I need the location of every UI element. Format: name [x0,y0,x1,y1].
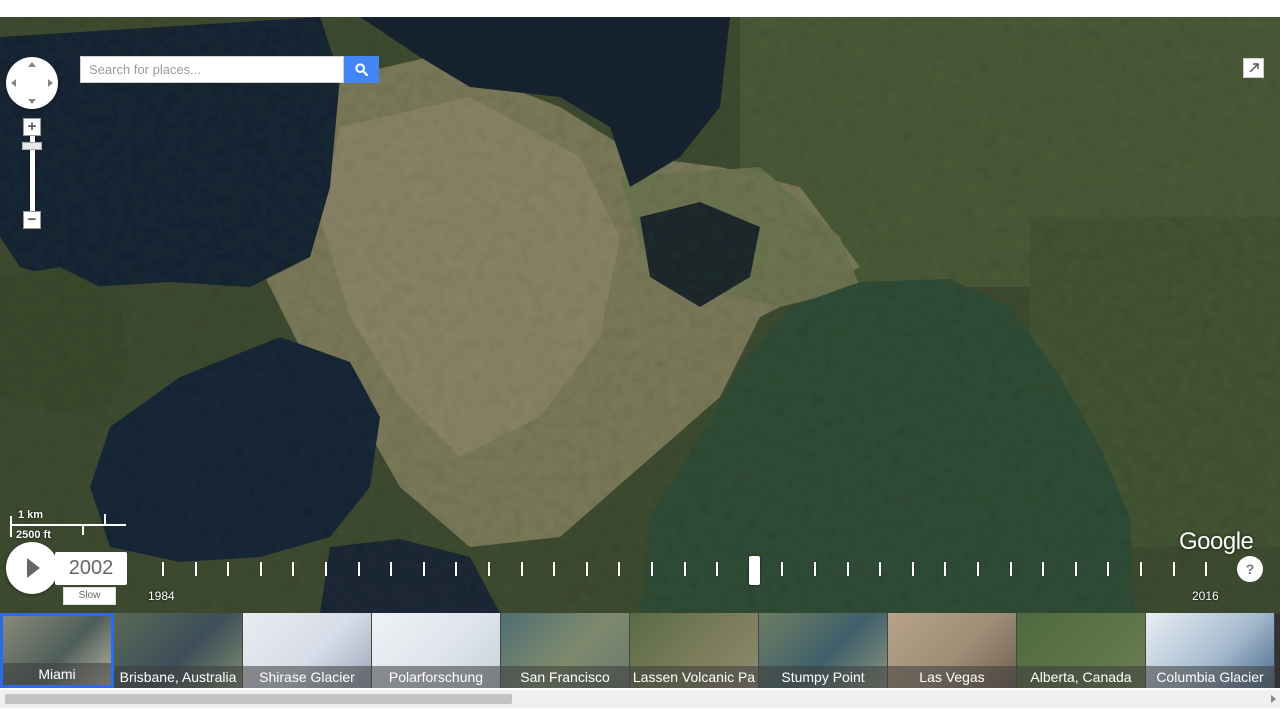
place-label: Alberta, Canada [1017,666,1145,688]
timeline-tick[interactable] [259,562,262,576]
place-thumbnail[interactable]: Polarforschung [372,613,501,688]
timeline-tick[interactable] [846,562,849,576]
timeline-tick[interactable] [716,562,719,576]
place-label: Shirase Glacier [243,666,371,688]
place-label: Stumpy Point [759,666,887,688]
place-label: Miami [3,663,111,685]
timeline-tick[interactable] [488,562,490,576]
timeline-tick[interactable] [1042,562,1045,576]
timeline-tick[interactable] [1009,562,1012,576]
horizontal-scrollbar[interactable] [0,690,1280,708]
scale-bar: 1 km 2500 ft [10,509,140,545]
place-label: Columbia Glacier [1146,666,1274,688]
timeline-tick[interactable] [814,562,816,576]
timeline-tick[interactable] [422,562,425,576]
place-thumbnail[interactable]: Lassen Volcanic Pa [630,613,759,688]
timeline-tick[interactable] [1140,562,1142,576]
place-label: Polarforschung [372,666,500,688]
play-icon [27,558,40,578]
timeline-tick[interactable] [944,562,947,576]
place-label: Lassen Volcanic Pa [630,666,758,688]
pan-up-icon[interactable] [28,62,36,67]
timeline-tick[interactable] [1074,562,1077,576]
scrollbar-thumb[interactable] [5,694,512,704]
satellite-imagery [0,17,1280,613]
place-thumbnail[interactable]: Las Vegas [888,613,1017,688]
timeline-tick[interactable] [390,562,393,576]
place-label: Brisbane, Australia [114,666,242,688]
timeline-tick[interactable] [292,562,295,576]
place-thumbnail[interactable]: Brisbane, Australia [114,613,243,688]
place-thumbnail[interactable]: Alberta, Canada [1017,613,1146,688]
search-button[interactable] [344,56,379,83]
place-thumbnail[interactable]: San Francisco [501,613,630,688]
scale-imperial-label: 2500 ft [16,529,51,541]
zoom-out-button[interactable]: − [23,211,41,229]
current-year: 2002 [55,552,127,585]
place-label: San Francisco [501,666,629,688]
zoom-in-button[interactable]: + [23,118,41,136]
timeline-tick[interactable] [325,562,327,576]
fullscreen-button[interactable] [1243,58,1264,78]
timeline-tick[interactable] [618,562,621,576]
top-bar [0,0,1280,17]
place-thumbnail[interactable]: Miami [0,613,114,688]
place-thumbnail[interactable]: Shirase Glacier [243,613,372,688]
timeline-tick[interactable] [977,562,979,576]
speed-button[interactable]: Slow [63,587,116,605]
timeline-tick[interactable] [455,562,458,576]
timeline-tick[interactable] [520,562,523,576]
timeline-tick[interactable] [585,562,588,576]
pan-control[interactable] [6,57,58,109]
scale-tick [10,516,12,537]
timeline-handle[interactable] [748,556,760,585]
scale-line [10,524,126,526]
pan-right-icon[interactable] [48,79,53,87]
timeline-tick[interactable] [1107,562,1110,576]
timeline-tick[interactable] [194,562,197,576]
play-button[interactable] [6,542,58,594]
scroll-right-icon[interactable] [1271,695,1276,703]
timeline-tick[interactable] [781,562,784,576]
scale-tick [82,525,84,535]
zoom-slider-handle[interactable] [22,142,42,150]
timelapse-page: + − 1 km 2500 ft Google 200 [0,0,1280,720]
timeline-tick[interactable] [162,562,164,576]
expand-icon [1249,63,1259,73]
satellite-map[interactable]: + − 1 km 2500 ft Google [0,17,1280,613]
year-timeline[interactable] [150,556,1230,586]
google-logo: Google [1179,528,1254,555]
pan-down-icon[interactable] [28,99,36,104]
timeline-tick[interactable] [357,562,360,576]
timeline-start-year: 1984 [148,589,175,603]
pan-left-icon[interactable] [11,79,16,87]
timeline-tick[interactable] [553,562,556,576]
help-button[interactable]: ? [1237,556,1263,582]
place-label: Las Vegas [888,666,1016,688]
timeline-tick[interactable] [227,562,230,576]
places-strip: Miami Brisbane, Australia Shirase Glacier P… [0,613,1280,688]
place-thumbnail[interactable]: Columbia Glacier [1146,613,1275,688]
search-input[interactable] [80,56,344,83]
search-icon [355,63,368,76]
scale-metric-label: 1 km [18,509,44,521]
timeline-tick[interactable] [879,562,882,576]
place-thumbnail[interactable]: Stumpy Point [759,613,888,688]
timeline-tick[interactable] [683,562,686,576]
timeline-tick[interactable] [1172,562,1175,576]
timeline-tick[interactable] [911,562,914,576]
timeline-tick[interactable] [651,562,653,576]
timeline-end-year: 2016 [1192,589,1219,603]
timeline-tick[interactable] [1205,562,1208,576]
